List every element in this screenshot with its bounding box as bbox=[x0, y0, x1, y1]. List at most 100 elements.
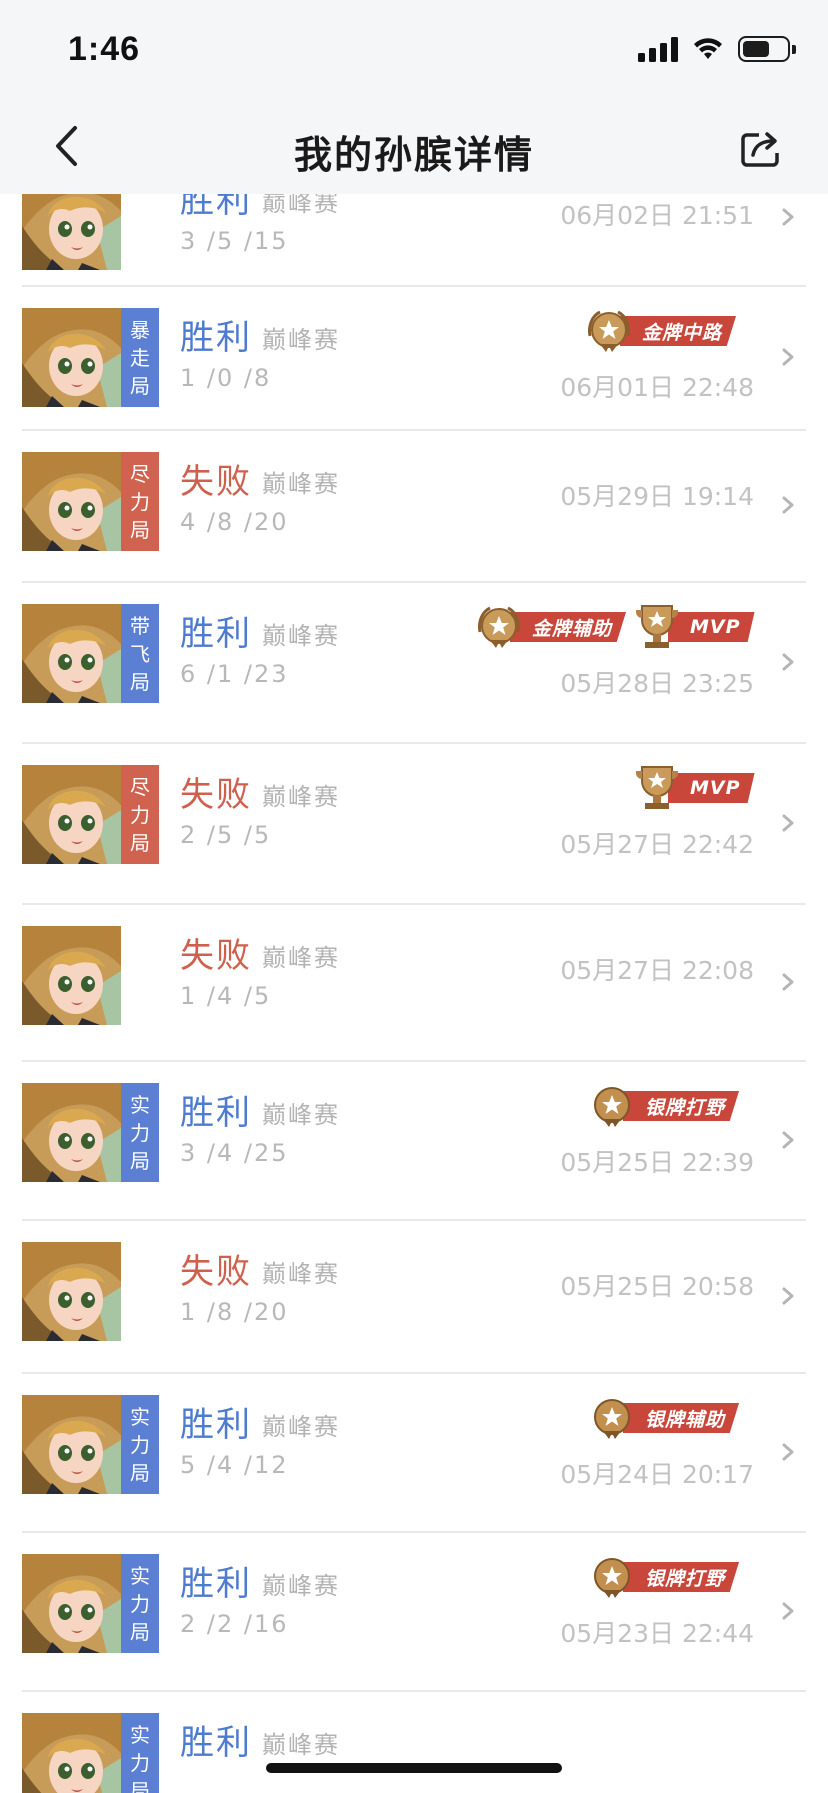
match-result: 失败 bbox=[180, 936, 252, 976]
hero-portrait bbox=[22, 194, 121, 270]
match-date: 05月27日 22:42 bbox=[560, 830, 754, 859]
match-date: 05月29日 19:14 bbox=[560, 482, 754, 511]
hero-portrait bbox=[22, 604, 121, 703]
match-tag-char: 暴 bbox=[130, 317, 150, 342]
achievement-badge: 银牌辅助 bbox=[587, 1393, 740, 1443]
match-mode: 巅峰赛 bbox=[262, 1731, 340, 1759]
match-tag-char: 局 bbox=[130, 1148, 150, 1173]
battery-icon bbox=[738, 36, 796, 62]
match-date: 05月24日 20:17 bbox=[560, 1460, 754, 1489]
achievement-badge: 金牌中路 bbox=[584, 306, 737, 356]
achievement-badge: MVP bbox=[632, 602, 755, 652]
hero-portrait bbox=[22, 1242, 121, 1341]
match-mode: 巅峰赛 bbox=[262, 1101, 340, 1129]
badge-label: 金牌辅助 bbox=[510, 612, 627, 642]
hero-avatar bbox=[22, 1395, 121, 1494]
match-tag-char: 力 bbox=[130, 1120, 150, 1145]
trophy-icon bbox=[636, 766, 678, 809]
match-tag: 尽力局 bbox=[121, 452, 159, 551]
match-mode: 巅峰赛 bbox=[262, 194, 340, 217]
match-list[interactable]: 胜利 巅峰赛 3 /5 /15 06月02日 21:51 暴走局胜利 巅峰赛 1 /0 /… bbox=[0, 194, 828, 1793]
match-tag: 实力局 bbox=[121, 1554, 159, 1653]
match-row[interactable]: 实力局胜利 巅峰赛 2 /2 /16 05月23日 22:44 银牌打野 bbox=[0, 1533, 828, 1692]
match-result: 胜利 bbox=[180, 1405, 252, 1445]
chevron-right-icon bbox=[782, 653, 794, 671]
match-mode: 巅峰赛 bbox=[262, 1260, 340, 1288]
chevron-right-icon bbox=[782, 496, 794, 514]
match-tag-char: 局 bbox=[130, 373, 150, 398]
match-row[interactable]: 实力局胜利 巅峰赛 5 /4 /12 05月24日 20:17 银牌辅助 bbox=[0, 1374, 828, 1533]
match-result: 失败 bbox=[180, 775, 252, 815]
hero-avatar bbox=[22, 452, 121, 551]
hero-portrait bbox=[22, 765, 121, 864]
match-tag-char: 力 bbox=[130, 802, 150, 827]
home-indicator bbox=[266, 1763, 562, 1773]
hero-portrait bbox=[22, 452, 121, 551]
match-row[interactable]: 尽力局失败 巅峰赛 4 /8 /20 05月29日 19:14 bbox=[0, 431, 828, 583]
match-tag-char: 局 bbox=[130, 1619, 150, 1644]
match-row[interactable]: 失败 巅峰赛 1 /8 /20 05月25日 20:58 bbox=[0, 1221, 828, 1374]
hero-portrait bbox=[22, 1554, 121, 1653]
match-row[interactable]: 实力局胜利 巅峰赛 bbox=[0, 1692, 828, 1793]
hero-avatar bbox=[22, 308, 121, 407]
hero-portrait bbox=[22, 1083, 121, 1182]
page-title: 我的孙膑详情 bbox=[293, 133, 534, 177]
match-result: 失败 bbox=[180, 1252, 252, 1292]
achievement-badge: 银牌打野 bbox=[587, 1552, 740, 1602]
chevron-right-icon bbox=[782, 1131, 794, 1149]
match-mode: 巅峰赛 bbox=[262, 622, 340, 650]
match-row[interactable]: 实力局胜利 巅峰赛 3 /4 /25 05月25日 22:39 银牌打野 bbox=[0, 1062, 828, 1221]
status-time: 1:46 bbox=[68, 30, 141, 68]
match-tag-char: 局 bbox=[130, 830, 150, 855]
chevron-right-icon bbox=[782, 1443, 794, 1461]
match-kda: 4 /8 /20 bbox=[180, 508, 289, 536]
match-tag-char: 实 bbox=[130, 1092, 150, 1117]
trophy-icon bbox=[636, 605, 678, 648]
match-date: 06月01日 22:48 bbox=[560, 373, 754, 402]
badge-label: 银牌辅助 bbox=[623, 1403, 740, 1433]
match-row[interactable]: 暴走局胜利 巅峰赛 1 /0 /8 06月01日 22:48 金牌中路 bbox=[0, 287, 828, 431]
match-mode: 巅峰赛 bbox=[262, 1413, 340, 1441]
achievement-badge: MVP bbox=[632, 763, 755, 813]
medal-icon bbox=[478, 606, 520, 648]
match-result: 失败 bbox=[180, 462, 252, 502]
chevron-right-icon bbox=[782, 1287, 794, 1305]
chevron-right-icon bbox=[782, 208, 794, 226]
match-row[interactable]: 尽力局失败 巅峰赛 2 /5 /5 05月27日 22:42 MVP bbox=[0, 744, 828, 905]
chevron-right-icon bbox=[782, 348, 794, 366]
medal-icon bbox=[588, 310, 630, 352]
match-tag-char: 尽 bbox=[130, 774, 150, 799]
hero-avatar bbox=[22, 1242, 121, 1341]
match-kda: 2 /2 /16 bbox=[180, 1610, 289, 1638]
match-row[interactable]: 胜利 巅峰赛 3 /5 /15 06月02日 21:51 bbox=[0, 194, 828, 287]
match-tag-char: 局 bbox=[130, 669, 150, 694]
match-tag-char: 局 bbox=[130, 517, 150, 542]
hero-avatar bbox=[22, 604, 121, 703]
match-row[interactable]: 带飞局胜利 巅峰赛 6 /1 /23 05月28日 23:25 金牌辅助 MVP bbox=[0, 583, 828, 744]
match-row[interactable]: 失败 巅峰赛 1 /4 /5 05月27日 22:08 bbox=[0, 905, 828, 1062]
match-result: 胜利 bbox=[180, 614, 252, 654]
hero-portrait bbox=[22, 1713, 121, 1793]
achievement-badge: 银牌打野 bbox=[587, 1081, 740, 1131]
match-kda: 1 /4 /5 bbox=[180, 982, 272, 1010]
match-result: 胜利 bbox=[180, 1723, 252, 1763]
match-tag-char: 局 bbox=[130, 1778, 150, 1793]
match-date: 05月23日 22:44 bbox=[560, 1619, 754, 1648]
chevron-right-icon bbox=[782, 814, 794, 832]
match-kda: 3 /4 /25 bbox=[180, 1139, 289, 1167]
match-tag-char: 实 bbox=[130, 1563, 150, 1588]
match-kda: 1 /0 /8 bbox=[180, 364, 272, 392]
match-tag: 暴走局 bbox=[121, 308, 159, 407]
top-bar: 1:46 我的孙膑详情 bbox=[0, 0, 828, 194]
cellular-signal-icon bbox=[638, 36, 678, 62]
badge-label: 银牌打野 bbox=[623, 1562, 740, 1592]
match-mode: 巅峰赛 bbox=[262, 470, 340, 498]
match-date: 05月27日 22:08 bbox=[560, 956, 754, 985]
match-result: 胜利 bbox=[180, 1093, 252, 1133]
match-tag-char: 带 bbox=[130, 613, 150, 638]
chevron-right-icon bbox=[782, 973, 794, 991]
match-tag-char: 力 bbox=[130, 1432, 150, 1457]
medal-icon bbox=[594, 1087, 630, 1127]
match-tag-char: 力 bbox=[130, 1591, 150, 1616]
share-button[interactable] bbox=[736, 124, 786, 174]
